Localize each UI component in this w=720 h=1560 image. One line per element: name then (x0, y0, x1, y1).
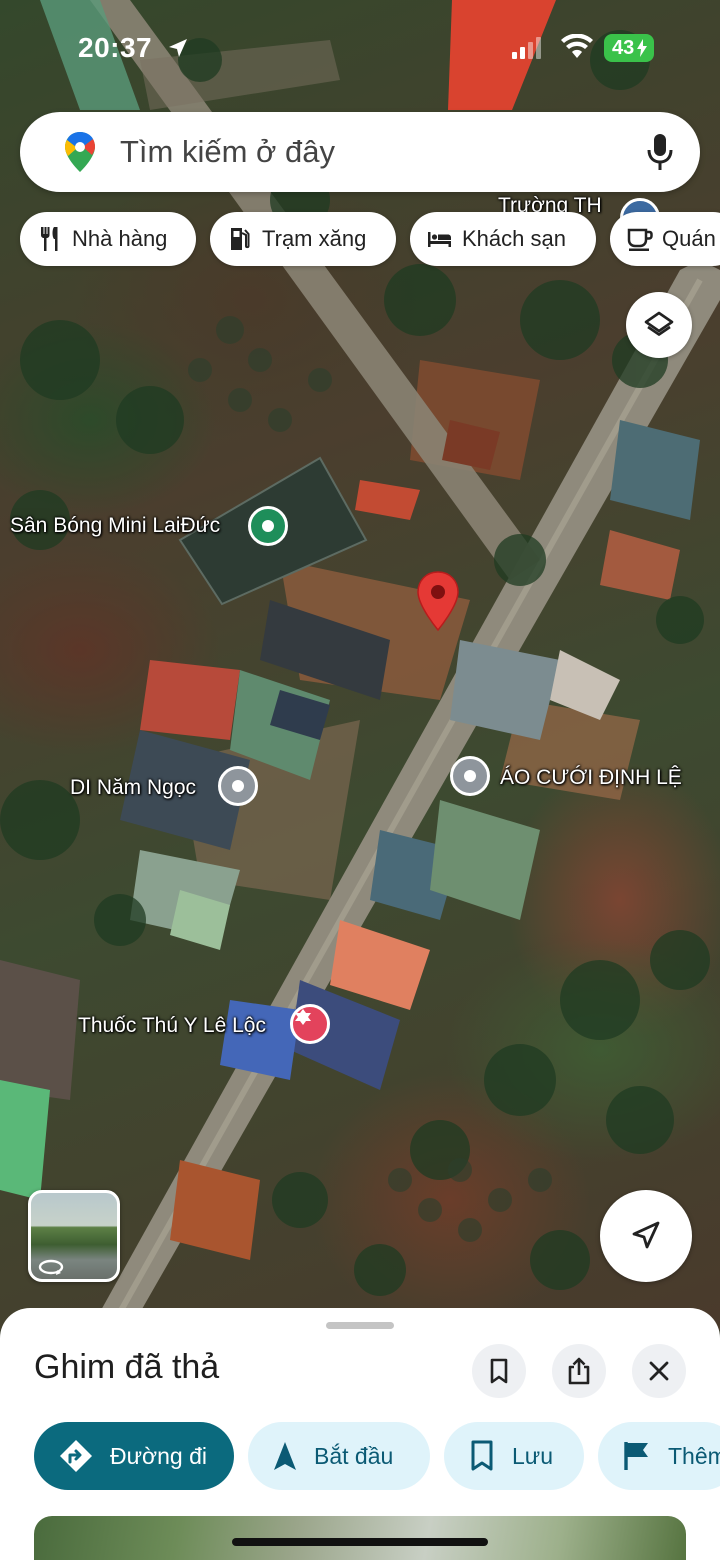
map-label-wedding[interactable]: ÁO CƯỚI ĐỊNH LỆ (500, 766, 682, 790)
navigation-arrow-icon (632, 1221, 660, 1249)
share-button[interactable] (552, 1344, 606, 1398)
layers-icon (644, 311, 674, 336)
start-label: Bắt đầu (314, 1442, 394, 1469)
battery-level: 43 (612, 37, 635, 59)
directions-label: Đường đi (110, 1442, 207, 1469)
gas-station-icon (231, 228, 250, 250)
cell-signal-icon (512, 37, 541, 59)
search-bar[interactable]: Tìm kiếm ở đây (20, 112, 700, 192)
search-input[interactable]: Tìm kiếm ở đây (120, 134, 335, 170)
sheet-title: Ghim đã thả (34, 1348, 220, 1386)
close-icon (649, 1361, 669, 1381)
chip-hotels[interactable]: Khách sạn (410, 212, 596, 266)
nam-ngoc-poi-icon[interactable] (218, 766, 258, 806)
map-label-nam-ngoc[interactable]: DI Năm Ngọc (70, 776, 196, 800)
chip-label: Trạm xăng (262, 226, 367, 251)
layers-button[interactable] (626, 292, 692, 358)
flag-icon (624, 1442, 648, 1470)
chip-label: Nhà hàng (72, 226, 168, 251)
wifi-icon (561, 34, 593, 58)
battery-indicator: 43 (604, 34, 655, 62)
directions-icon (60, 1440, 92, 1472)
more-button[interactable]: Thêm (598, 1422, 720, 1490)
home-indicator[interactable] (232, 1538, 488, 1546)
chip-gas-stations[interactable]: Trạm xăng (210, 212, 396, 266)
start-button[interactable]: Bắt đầu (248, 1422, 430, 1490)
vet-poi-icon[interactable] (290, 1004, 330, 1044)
street-view-thumbnail[interactable] (28, 1190, 120, 1282)
chip-label: Khách sạn (462, 226, 566, 251)
map-label-vet[interactable]: Thuốc Thú Y Lê Lộc (78, 1014, 266, 1038)
bookmark-icon (490, 1358, 508, 1384)
chip-cafes[interactable]: Quán (610, 212, 720, 266)
sheet-drag-handle[interactable] (326, 1322, 394, 1329)
google-maps-logo-icon (65, 132, 95, 172)
chip-label: Quán (662, 226, 716, 251)
map-imagery (0, 0, 720, 1330)
football-poi-icon[interactable] (248, 506, 288, 546)
save-label: Lưu (512, 1442, 553, 1469)
my-location-button[interactable] (600, 1190, 692, 1282)
more-label: Thêm (668, 1442, 720, 1469)
map-label-football[interactable]: Sân Bóng Mini LaiĐức (10, 514, 220, 538)
save-button[interactable]: Lưu (444, 1422, 584, 1490)
bookmark-outline-icon (471, 1440, 493, 1471)
coffee-cup-icon (627, 228, 653, 251)
navigation-start-icon (274, 1442, 296, 1470)
fork-knife-icon (41, 227, 58, 251)
status-time: 20:37 (78, 32, 153, 63)
charging-bolt-icon (637, 39, 648, 57)
place-bottom-sheet[interactable]: Ghim đã thả Đường đi Bắt đầu Lưu Thêm (0, 1308, 720, 1560)
directions-button[interactable]: Đường đi (34, 1422, 234, 1490)
dropped-pin-icon[interactable] (414, 570, 462, 634)
microphone-icon[interactable] (646, 132, 674, 172)
close-button[interactable] (632, 1344, 686, 1398)
status-bar: 20:37 43 (0, 0, 720, 100)
satellite-map[interactable]: Trường TH Sân Bóng Mini LaiĐức DI Năm Ng… (0, 0, 720, 1330)
rotate-360-icon (38, 1259, 64, 1275)
wedding-poi-icon[interactable] (450, 756, 490, 796)
share-icon (568, 1357, 590, 1385)
bed-icon (428, 232, 451, 247)
save-bookmark-button[interactable] (472, 1344, 526, 1398)
chip-restaurants[interactable]: Nhà hàng (20, 212, 196, 266)
location-arrow-icon (169, 39, 187, 57)
